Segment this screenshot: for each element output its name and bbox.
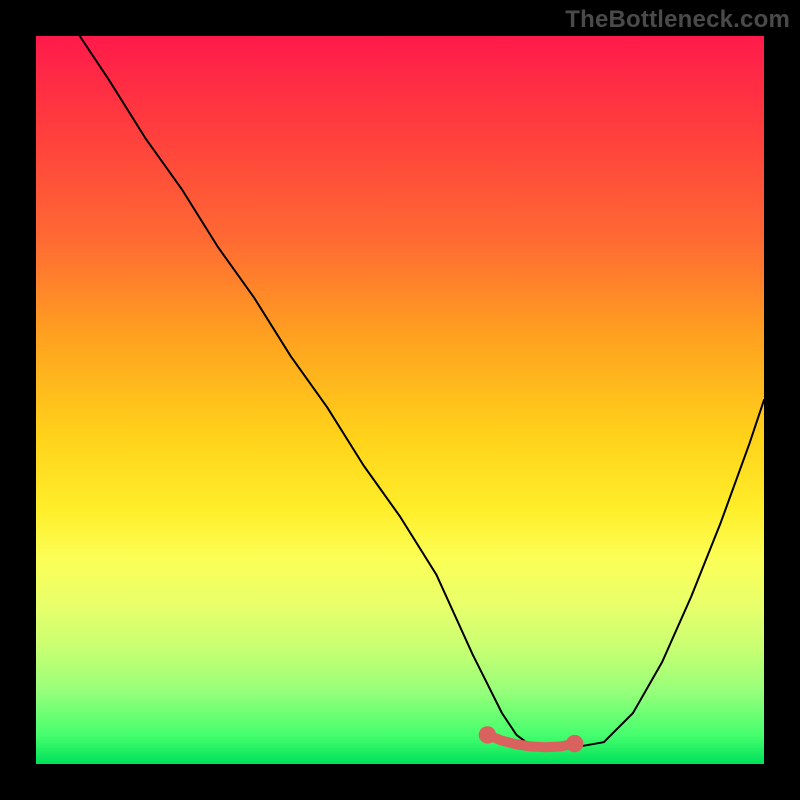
curve-layer — [36, 36, 764, 764]
watermark-text: TheBottleneck.com — [565, 6, 790, 34]
optimal-segment — [487, 735, 574, 747]
optimal-start-dot — [479, 726, 496, 743]
optimal-end-dot — [566, 735, 583, 752]
bottleneck-curve — [80, 36, 764, 749]
plot-area — [36, 36, 764, 764]
chart-frame: TheBottleneck.com — [0, 0, 800, 800]
